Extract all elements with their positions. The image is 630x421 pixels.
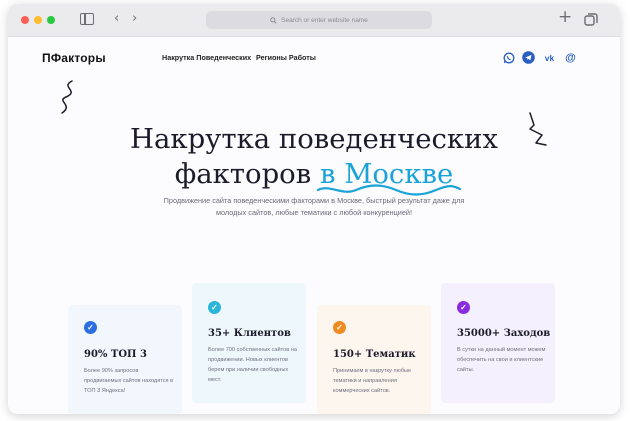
card-text: Более 90% запросов продвигаемых сайтов н… xyxy=(84,368,174,394)
card-title: 90% ТОП 3 xyxy=(84,349,147,360)
card-text: Более 700 собственных сайтов на продвиже… xyxy=(208,347,297,383)
check-icon: ✓ xyxy=(84,321,97,334)
check-icon: ✓ xyxy=(208,301,221,314)
squiggle-decoration-left xyxy=(61,80,73,114)
site-logo[interactable]: ПФакторы xyxy=(42,51,106,65)
new-tab-icon[interactable]: + xyxy=(558,9,572,26)
forward-arrow-icon[interactable]: › xyxy=(132,11,137,27)
hero-title-word: факторов xyxy=(174,158,312,190)
maximize-window-button[interactable] xyxy=(47,16,55,24)
hero-title-accent: в Москве xyxy=(316,158,462,196)
search-icon xyxy=(270,16,277,24)
sidebar-toggle-icon[interactable] xyxy=(80,13,94,25)
feature-card-topics: ✓ 150+ Тематик Принимаем в накрутку любы… xyxy=(317,305,431,414)
tabs-overview-icon[interactable] xyxy=(584,13,598,27)
card-title: 35000+ Заходов xyxy=(457,328,551,339)
nav-link-regions[interactable]: Регионы Работы xyxy=(256,53,316,62)
minimize-window-button[interactable] xyxy=(34,16,42,24)
page-content: ПФакторы Накрутка Поведенческих Регионы … xyxy=(8,37,620,414)
feature-card-top3: ✓ 90% ТОП 3 Более 90% запросов продвигае… xyxy=(68,305,182,414)
card-title: 35+ Клиентов xyxy=(208,328,291,339)
hero-subtitle: Продвижение сайта поведенческими фактора… xyxy=(163,196,465,217)
check-icon: ✓ xyxy=(333,321,346,334)
whatsapp-icon[interactable] xyxy=(502,51,515,64)
back-arrow-icon[interactable]: ‹ xyxy=(114,11,119,27)
telegram-icon[interactable] xyxy=(522,51,535,64)
check-icon: ✓ xyxy=(457,301,470,314)
address-bar[interactable]: Search or enter website name xyxy=(206,11,432,29)
feature-card-visits: ✓ 35000+ Заходов В сутки на данный момен… xyxy=(441,283,555,403)
vk-icon[interactable]: vk xyxy=(543,51,556,64)
address-bar-placeholder: Search or enter website name xyxy=(281,16,368,24)
card-text: Принимаем в накрутку любые тематики и на… xyxy=(333,368,412,394)
feature-card-clients: ✓ 35+ Клиентов Более 700 собственных сай… xyxy=(192,283,306,403)
email-icon[interactable]: @ xyxy=(564,51,577,64)
nav-link-behavioral[interactable]: Накрутка Поведенческих xyxy=(162,53,251,62)
close-window-button[interactable] xyxy=(21,16,29,24)
browser-window: ‹ › Search or enter website name + ПФакт… xyxy=(8,4,620,414)
card-text: В сутки на данный момент можем обеспечит… xyxy=(457,347,546,373)
browser-titlebar: ‹ › Search or enter website name + xyxy=(8,4,620,37)
card-title: 150+ Тематик xyxy=(333,349,416,360)
hero-title-line2: факторов в Москве xyxy=(8,156,620,196)
hero-title-line1: Накрутка поведенческих xyxy=(130,123,498,155)
